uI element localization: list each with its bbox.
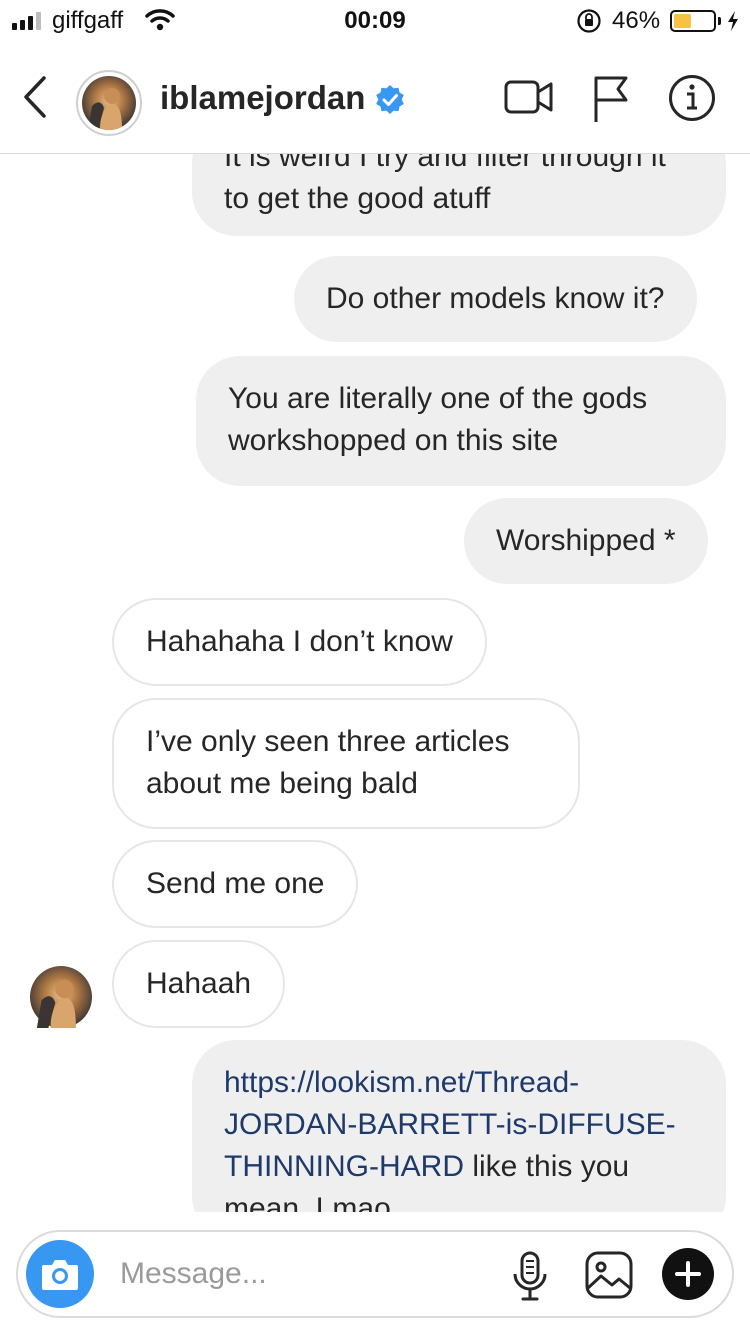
avatar-image bbox=[82, 76, 136, 130]
message-input[interactable] bbox=[120, 1254, 480, 1294]
video-call-icon[interactable] bbox=[504, 74, 554, 120]
message-bubble-sent-link[interactable]: https://lookism.net/Thread-JORDAN-BARRET… bbox=[192, 1040, 726, 1212]
message-text: Worshipped * bbox=[496, 524, 676, 557]
message-text: Send me one bbox=[146, 867, 325, 900]
status-bar: giffgaff 00:09 46% bbox=[0, 0, 750, 42]
message-bubble-sent[interactable]: You are literally one of the gods worksh… bbox=[196, 356, 726, 486]
camera-icon bbox=[42, 1260, 78, 1290]
message-text: It is weird I try and filter through it … bbox=[224, 154, 666, 215]
message-bubble-sent[interactable]: Do other models know it? bbox=[294, 256, 697, 342]
message-bubble-received[interactable]: Hahaah bbox=[112, 940, 286, 1028]
battery-icon bbox=[670, 10, 716, 32]
avatar-figure bbox=[36, 979, 76, 1028]
avatar-figure bbox=[88, 88, 122, 130]
gallery-icon[interactable] bbox=[584, 1250, 634, 1300]
message-bubble-sent[interactable]: It is weird I try and filter through it … bbox=[192, 154, 726, 236]
message-text: Hahahaha I don’t know bbox=[146, 625, 453, 658]
message-bubble-received[interactable]: Hahahaha I don’t know bbox=[112, 598, 487, 686]
message-text: Hahaah bbox=[146, 967, 252, 1000]
info-icon[interactable] bbox=[668, 74, 716, 122]
flag-icon[interactable] bbox=[592, 74, 632, 124]
message-bubble-received[interactable]: Send me one bbox=[112, 840, 359, 928]
message-bubble-received[interactable]: I’ve only seen three articles about me b… bbox=[112, 698, 580, 829]
chat-username[interactable]: iblamejordan bbox=[160, 79, 365, 117]
microphone-icon[interactable] bbox=[510, 1250, 550, 1302]
plus-icon bbox=[675, 1261, 701, 1287]
battery-percentage: 46% bbox=[612, 7, 661, 34]
more-options-button[interactable] bbox=[662, 1248, 714, 1300]
back-chevron-icon[interactable] bbox=[20, 72, 50, 122]
message-text: You are literally one of the gods worksh… bbox=[228, 382, 648, 457]
verified-badge-icon bbox=[376, 85, 404, 114]
message-text: Do other models know it? bbox=[326, 282, 665, 315]
message-composer bbox=[16, 1230, 734, 1318]
message-bubble-sent[interactable]: Worshipped * bbox=[464, 498, 708, 584]
message-thread[interactable]: It is weird I try and filter through it … bbox=[0, 154, 750, 1212]
battery-tip bbox=[718, 17, 721, 25]
camera-button[interactable] bbox=[26, 1240, 94, 1308]
chat-header: iblamejordan bbox=[0, 42, 750, 154]
sender-avatar[interactable] bbox=[30, 966, 92, 1028]
message-text: I’ve only seen three articles about me b… bbox=[146, 725, 510, 800]
charging-bolt-icon bbox=[728, 11, 738, 31]
battery-fill bbox=[674, 14, 691, 28]
rotation-lock-icon bbox=[577, 9, 601, 33]
profile-avatar[interactable] bbox=[76, 70, 142, 136]
